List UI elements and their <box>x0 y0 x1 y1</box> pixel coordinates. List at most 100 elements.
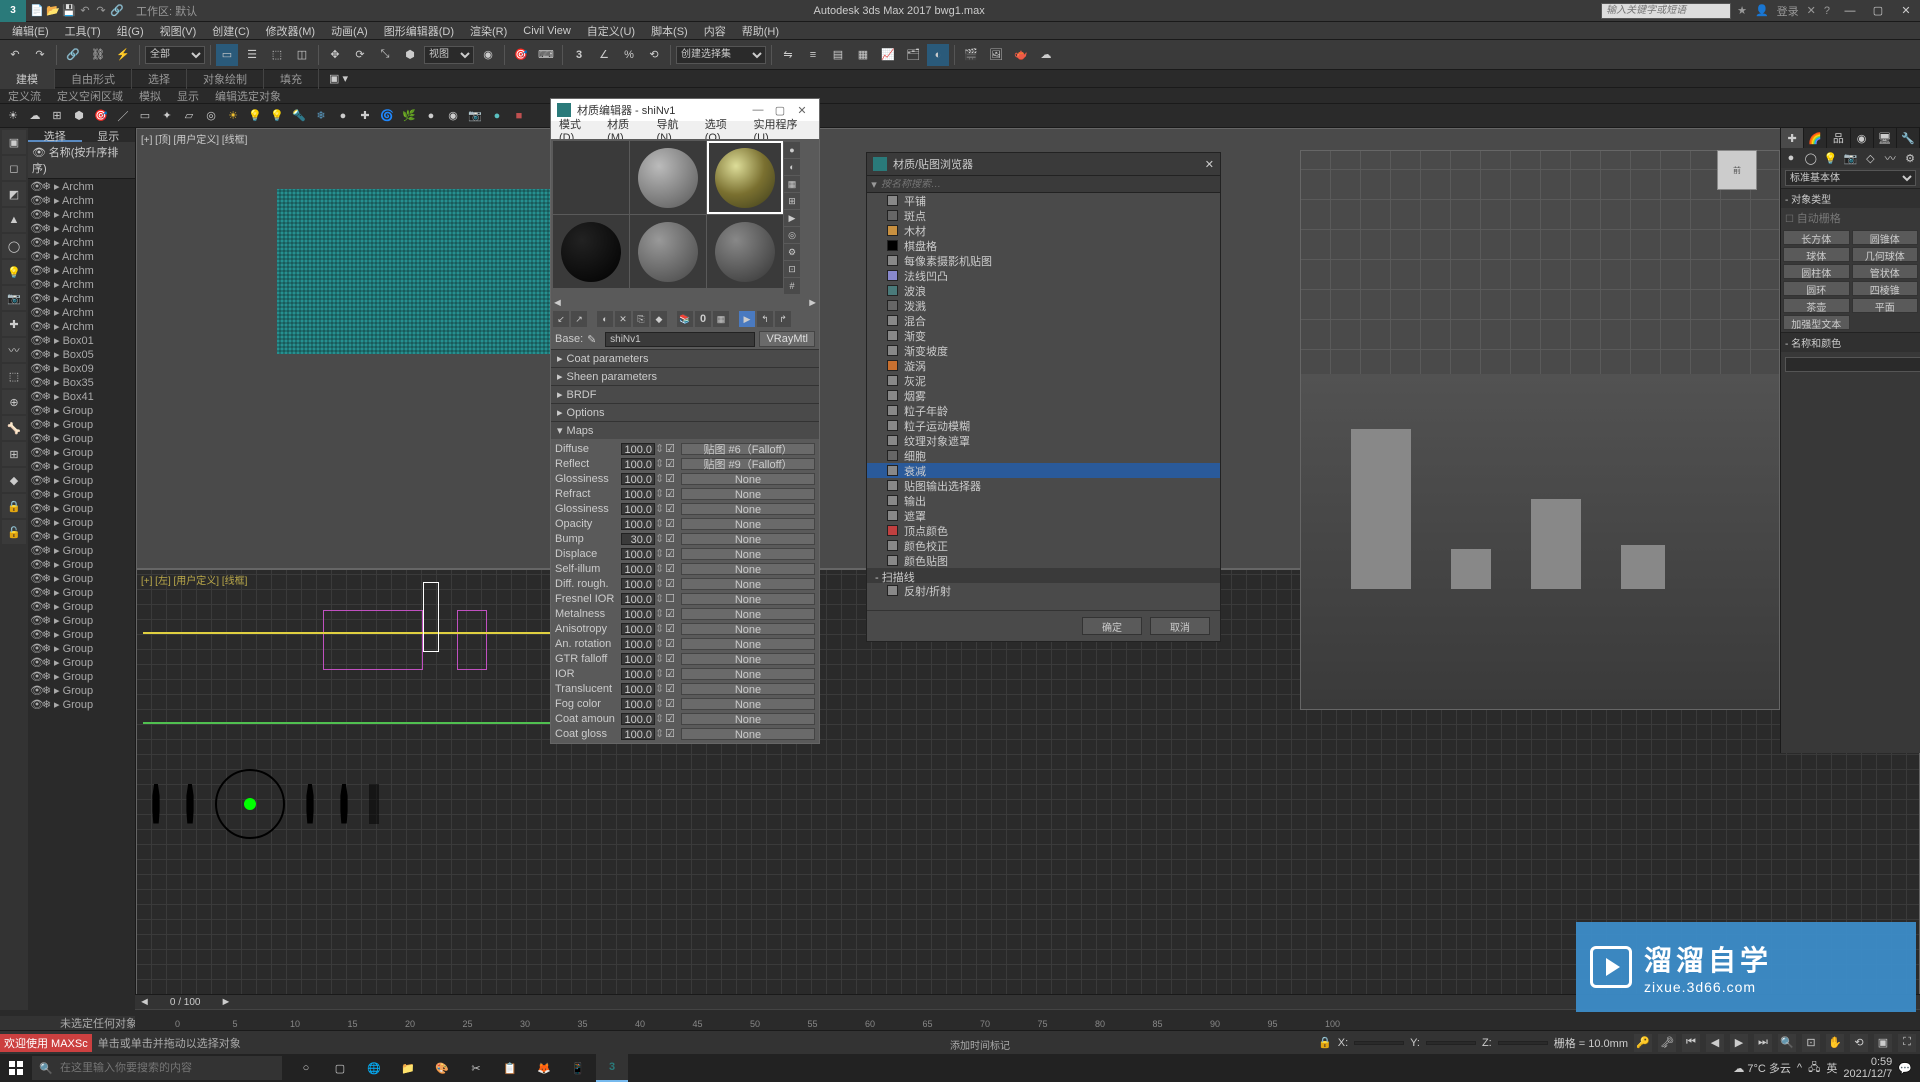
visibility-icon[interactable]: 👁 <box>30 180 40 193</box>
curve-editor-button[interactable]: 📈 <box>877 44 899 66</box>
visibility-icon[interactable]: 👁 <box>30 292 40 305</box>
visibility-icon[interactable]: 👁 <box>30 642 40 655</box>
visibility-icon[interactable]: 👁 <box>30 264 40 277</box>
scene-item[interactable]: 👁❄▸ Group <box>28 627 135 641</box>
scene-item[interactable]: 👁❄▸ Group <box>28 655 135 669</box>
chrome-sphere-icon[interactable]: ◉ <box>444 107 462 125</box>
select-none-icon[interactable]: ◻ <box>2 156 26 180</box>
freeze-icon[interactable]: ❄ <box>42 446 52 459</box>
rollout-maps[interactable]: ▾Maps <box>551 421 819 439</box>
browser-item[interactable]: 颜色贴图 <box>867 553 1220 568</box>
freeze-icon[interactable]: ❄ <box>42 362 52 375</box>
scene-item[interactable]: 👁❄▸ Group <box>28 459 135 473</box>
unlock-icon[interactable]: 🔓 <box>2 520 26 544</box>
map-checkbox[interactable]: ☑ <box>663 502 677 515</box>
browser-item[interactable]: 渐变坡度 <box>867 343 1220 358</box>
star-icon[interactable]: ✦ <box>158 107 176 125</box>
browser-item[interactable]: 反射/折射 <box>867 583 1220 598</box>
map-slot-button[interactable]: None <box>681 668 815 680</box>
visibility-icon[interactable]: 👁 <box>30 628 40 641</box>
browser-item[interactable]: 遮罩 <box>867 508 1220 523</box>
user-icon[interactable]: 👤 <box>1755 4 1769 17</box>
cylinder-icon[interactable]: ⬢ <box>70 107 88 125</box>
start-button[interactable] <box>0 1054 32 1082</box>
spacewarps-icon[interactable]: 〰 <box>1880 148 1900 168</box>
create-tab-icon[interactable]: ✚ <box>1781 128 1804 148</box>
systems-icon[interactable]: ⚙ <box>1900 148 1920 168</box>
map-value[interactable]: 100.0 <box>621 443 655 455</box>
ribbon-tab-modeling[interactable]: 建模 <box>0 69 55 89</box>
menu-graph[interactable]: 图形编辑器(D) <box>376 22 462 40</box>
menu-customize[interactable]: 自定义(U) <box>579 22 643 40</box>
play-prev-icon[interactable]: ⏮ <box>1682 1034 1700 1052</box>
filter-bone-icon[interactable]: 🦴 <box>2 416 26 440</box>
freeze-icon[interactable]: ❄ <box>42 628 52 641</box>
map-value[interactable]: 100.0 <box>621 488 655 500</box>
close-button[interactable]: ✕ <box>1892 0 1920 22</box>
ribbon-tab-populate[interactable]: 填充 <box>264 69 319 89</box>
zoom-extents-icon[interactable]: ▣ <box>1874 1034 1892 1052</box>
browser-list[interactable]: 平铺斑点木材棋盘格每像素摄影机贴图法线凹凸波浪泼溅混合渐变渐变坡度漩涡灰泥烟雾粒… <box>867 193 1220 610</box>
map-slot-button[interactable]: None <box>681 578 815 590</box>
map-value[interactable]: 100.0 <box>621 608 655 620</box>
spinner-icon[interactable]: ⇕ <box>655 577 663 590</box>
freeze-icon[interactable]: ❄ <box>42 670 52 683</box>
freeze-icon[interactable]: ❄ <box>42 586 52 599</box>
rect-icon[interactable]: ▭ <box>136 107 154 125</box>
visibility-icon[interactable]: 👁 <box>30 502 40 515</box>
scene-item[interactable]: 👁❄▸ Group <box>28 669 135 683</box>
explorer-icon[interactable]: 📁 <box>392 1054 424 1082</box>
save-icon[interactable]: 💾 <box>62 4 76 18</box>
browser-ok-button[interactable]: 确定 <box>1082 617 1142 635</box>
foliage-icon[interactable]: 🌿 <box>400 107 418 125</box>
scene-header[interactable]: 👁 名称(按升序排序) <box>28 142 135 179</box>
map-value[interactable]: 100.0 <box>621 578 655 590</box>
bulb-icon[interactable]: 💡 <box>268 107 286 125</box>
redo-button[interactable]: ↷ <box>29 44 51 66</box>
taskbar-search[interactable]: 🔍 <box>32 1056 282 1080</box>
visibility-icon[interactable]: 👁 <box>30 684 40 697</box>
visibility-icon[interactable]: 👁 <box>30 390 40 403</box>
show-map-icon[interactable]: ▦ <box>713 311 729 327</box>
viewport-top-label[interactable]: [+] [顶] [用户定义] [线框] <box>141 131 247 146</box>
visibility-icon[interactable]: 👁 <box>30 376 40 389</box>
freeze-icon[interactable]: ❄ <box>42 278 52 291</box>
motion-tab-icon[interactable]: ◉ <box>1851 128 1874 148</box>
spinner-icon[interactable]: ⇕ <box>655 697 663 710</box>
assign-material-icon[interactable]: ◐ <box>597 311 613 327</box>
freeze-icon[interactable]: ❄ <box>42 334 52 347</box>
put-material-icon[interactable]: ↗ <box>571 311 587 327</box>
map-value[interactable]: 100.0 <box>621 518 655 530</box>
scene-item[interactable]: 👁❄▸ Archm <box>28 277 135 291</box>
freeze-icon[interactable]: ❄ <box>42 544 52 557</box>
visibility-icon[interactable]: 👁 <box>30 614 40 627</box>
freeze-icon[interactable]: ❄ <box>42 572 52 585</box>
spinner-icon[interactable]: ⇕ <box>655 442 663 455</box>
spinner-icon[interactable]: ⇕ <box>655 607 663 620</box>
browser-item[interactable]: 衰减 <box>867 463 1220 478</box>
ribbon-expand-icon[interactable]: ▣ ▾ <box>329 72 348 85</box>
max-viewport-icon[interactable]: ⛶ <box>1898 1034 1916 1052</box>
map-value[interactable]: 100.0 <box>621 563 655 575</box>
browser-item[interactable]: 顶点颜色 <box>867 523 1220 538</box>
map-checkbox[interactable]: ☑ <box>663 667 677 680</box>
scene-item[interactable]: 👁❄▸ Group <box>28 487 135 501</box>
freeze-icon[interactable]: ❄ <box>42 488 52 501</box>
paint-icon[interactable]: 🎨 <box>426 1054 458 1082</box>
filter-xref-icon[interactable]: ⊕ <box>2 390 26 414</box>
slider-next-icon[interactable]: ► <box>220 996 231 1008</box>
grid2-icon[interactable]: ⊞ <box>2 442 26 466</box>
spinner-icon[interactable]: ⇕ <box>655 667 663 680</box>
map-slot-button[interactable]: None <box>681 713 815 725</box>
rollout-object-type[interactable]: - 对象类型 <box>1781 188 1920 208</box>
freeze-icon[interactable]: ❄ <box>42 348 52 361</box>
browser-item[interactable]: 灰泥 <box>867 373 1220 388</box>
render-frame-button[interactable]: 🖼 <box>985 44 1007 66</box>
map-checkbox[interactable]: ☑ <box>663 652 677 665</box>
autogrid-checkbox[interactable]: ☐ 自动栅格 <box>1781 208 1920 228</box>
browser-item[interactable]: 棋盘格 <box>867 238 1220 253</box>
scene-item[interactable]: 👁❄▸ Group <box>28 417 135 431</box>
time-ruler[interactable]: 0510152025303540455055606570758085909510… <box>135 1009 1920 1029</box>
object-type-button[interactable]: 圆环 <box>1783 281 1850 296</box>
browser-category[interactable]: - 扫描线 <box>867 568 1220 583</box>
